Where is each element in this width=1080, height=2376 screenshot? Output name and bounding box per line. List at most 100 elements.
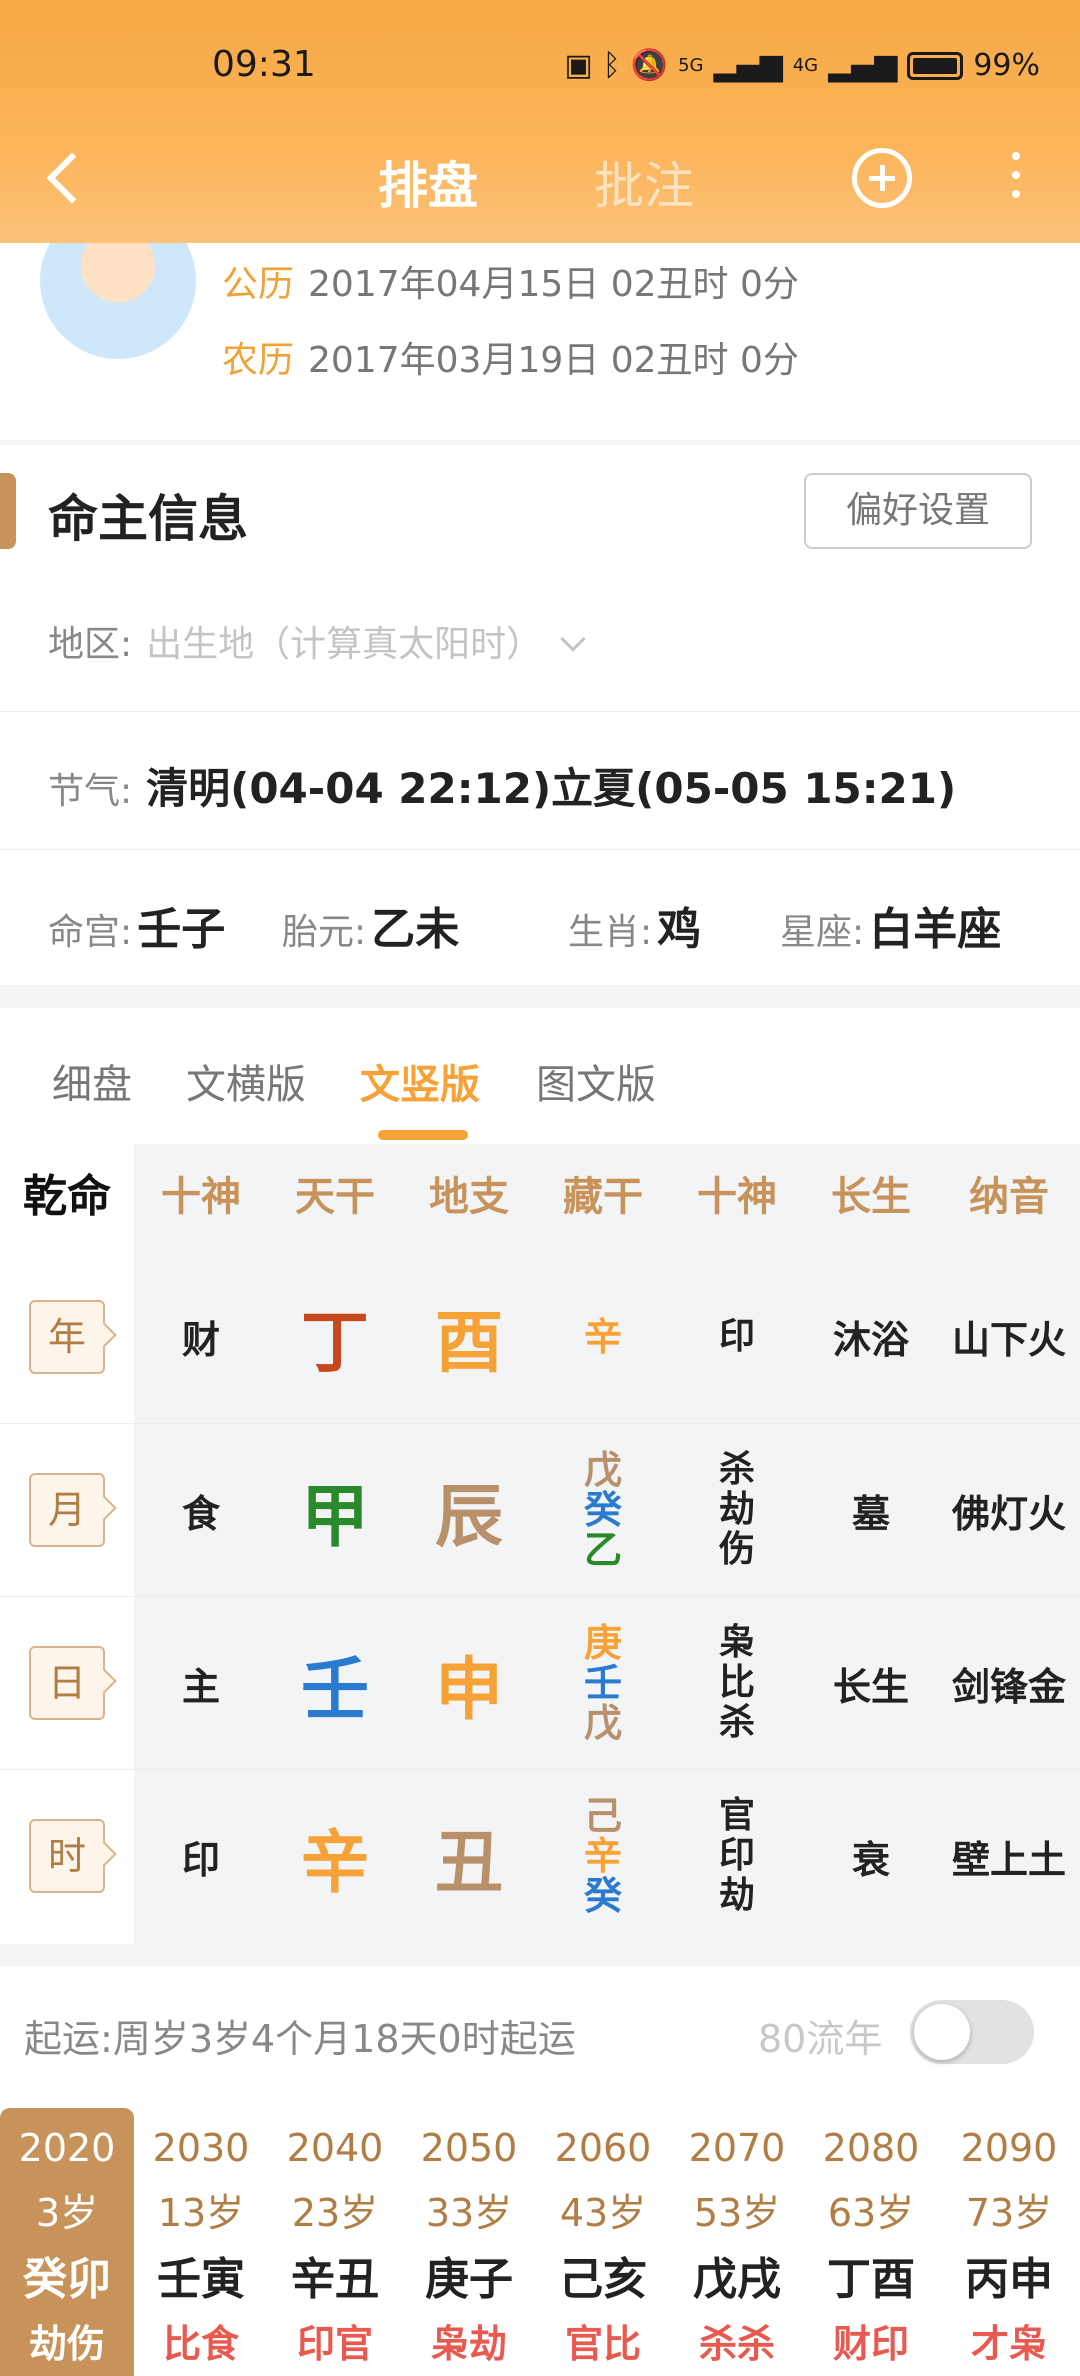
changsheng-value: 墓 <box>851 1491 890 1536</box>
owner-info-section: 命主信息 偏好设置 地区: 出生地（计算真太阳时） 节气: 清明(04-04 22:… <box>0 445 1080 985</box>
canggan-stack: 庚壬戊 <box>584 1623 622 1743</box>
luck-section: 起运:周岁3岁4个月18天0时起运 80流年 2020 3岁 癸卯 劫伤 2030 13岁… <box>0 1966 1080 2376</box>
decade-ganzhi: 壬寅 <box>157 2254 245 2305</box>
solar-date-row: 公历 2017年04月15日 02丑时 0分 <box>222 255 799 307</box>
decade-item[interactable]: 2020 3岁 癸卯 劫伤 <box>0 2108 134 2376</box>
decade-item[interactable]: 2050 33岁 庚子 枭劫 <box>402 2108 536 2376</box>
decade-shishen: 印官 <box>296 2322 373 2366</box>
date-card: 公历 2017年04月15日 02丑时 0分 农历 2017年03月19日 02丑时… <box>0 203 1080 440</box>
battery-percent: 99% <box>973 48 1040 83</box>
changsheng-value: 衰 <box>851 1837 890 1882</box>
changsheng-value: 沐浴 <box>832 1318 909 1362</box>
mute-icon: 🔕 <box>630 48 669 83</box>
nav-bar: 排盘 批注 <box>0 130 1080 230</box>
canggan-cell: 庚壬戊 <box>536 1596 670 1769</box>
canggan-char: 癸 <box>583 1488 622 1532</box>
decade-year: 2020 <box>18 2126 116 2170</box>
pillar-badge[interactable]: 时 <box>29 1819 105 1893</box>
shishen2-cell: 杀劫伤 <box>670 1423 804 1596</box>
shishen-cell: 印 <box>134 1769 268 1942</box>
tab-paipan[interactable]: 排盘 <box>378 146 478 218</box>
decade-age: 53岁 <box>693 2191 781 2235</box>
shishen2-cell: 枭比杀 <box>670 1596 804 1769</box>
shishen-cell: 财 <box>134 1250 268 1423</box>
region-placeholder: 出生地（计算真太阳时） <box>146 624 543 665</box>
pillar-badge[interactable]: 月 <box>29 1473 105 1547</box>
chart-tabs: 细盘 文横版 文竖版 图文版 <box>0 1008 1080 1144</box>
tab-wenheng[interactable]: 文横版 <box>186 1052 306 1110</box>
battery-icon <box>907 51 964 80</box>
decade-year: 2070 <box>688 2126 786 2170</box>
pillar-badge[interactable]: 年 <box>29 1299 105 1374</box>
luck-start-label: 起运: <box>24 2017 113 2061</box>
tab-tuwen[interactable]: 图文版 <box>536 1052 656 1110</box>
nayin-value: 壁上土 <box>951 1837 1066 1882</box>
header-shishen: 十神 <box>161 1174 241 1220</box>
tiangan-value: 丁 <box>300 1304 369 1383</box>
solar-value: 2017年04月15日 02丑时 0分 <box>308 264 799 305</box>
decade-ganzhi: 癸卯 <box>23 2254 111 2305</box>
changsheng-value: 长生 <box>832 1664 909 1709</box>
region-select[interactable]: 地区: 出生地（计算真太阳时） <box>48 615 586 667</box>
dizhi-value: 申 <box>434 1650 503 1730</box>
preferences-button[interactable]: 偏好设置 <box>804 473 1032 549</box>
decade-item[interactable]: 2060 43岁 己亥 官比 <box>536 2108 670 2376</box>
decade-shishen: 才枭 <box>970 2322 1047 2366</box>
nayin-cell: 佛灯火 <box>938 1423 1080 1596</box>
shishen2-stack: 枭比杀 <box>719 1623 755 1743</box>
decade-item[interactable]: 2070 53岁 戊戌 杀杀 <box>670 2108 804 2376</box>
decade-year: 2060 <box>554 2126 652 2170</box>
minggong-value: 壬子 <box>137 904 226 955</box>
decade-shishen: 枭劫 <box>430 2322 507 2366</box>
tab-xipan[interactable]: 细盘 <box>52 1052 132 1110</box>
tiangan-cell: 甲 <box>268 1423 402 1596</box>
dizhi-value: 丑 <box>434 1823 503 1903</box>
solar-term-value: 清明(04-04 22:12)立夏(05-05 15:21) <box>146 764 957 813</box>
flow-year-toggle[interactable] <box>910 2000 1034 2064</box>
tab-wenshu[interactable]: 文竖版 <box>360 1052 480 1110</box>
add-icon[interactable] <box>852 148 912 208</box>
decade-ganzhi: 丙申 <box>965 2254 1053 2305</box>
nayin-cell: 山下火 <box>938 1250 1080 1423</box>
shishen-value: 印 <box>181 1837 220 1882</box>
decade-shishen: 官比 <box>564 2322 641 2366</box>
header-dizhi: 地支 <box>429 1174 509 1220</box>
nayin-cell: 剑锋金 <box>938 1596 1080 1769</box>
shishen2-stack: 印 <box>719 1316 755 1357</box>
nfc-icon: ▣ <box>564 48 593 83</box>
shishen2-stack: 官印劫 <box>719 1796 755 1916</box>
canggan-char: 辛 <box>583 1834 622 1878</box>
back-icon[interactable] <box>44 148 84 208</box>
decade-item[interactable]: 2040 23岁 辛丑 印官 <box>268 2108 402 2376</box>
app-header: 09:31 ▣ ᛒ 🔕 5G ▂▄▆ 4G ▂▄▆ 99% 排盘 批注 <box>0 0 1080 243</box>
star-sign-item: 星座: 白羊座 <box>780 904 1002 955</box>
decade-shishen: 劫伤 <box>28 2322 105 2366</box>
changsheng-cell: 衰 <box>804 1769 938 1942</box>
section-title: 命主信息 <box>48 490 248 548</box>
pillar-cell: 年 <box>0 1250 134 1423</box>
pillar-cell: 月 <box>0 1423 134 1596</box>
dizhi-cell: 辰 <box>402 1423 536 1596</box>
shishen2-char: 枭 <box>718 1622 755 1663</box>
region-label: 地区: <box>48 624 133 665</box>
shishen2-cell: 官印劫 <box>670 1769 804 1942</box>
canggan-cell: 戊癸乙 <box>536 1423 670 1596</box>
decade-shishen: 杀杀 <box>698 2322 775 2366</box>
decade-item[interactable]: 2080 63岁 丁酉 财印 <box>804 2108 938 2376</box>
canggan-char: 戊 <box>583 1701 622 1745</box>
decade-item[interactable]: 2090 73岁 丙申 才枭 <box>938 2108 1080 2376</box>
tiangan-cell: 丁 <box>268 1250 402 1423</box>
shishen2-char: 劫 <box>718 1489 755 1530</box>
changsheng-cell: 沐浴 <box>804 1250 938 1423</box>
signal-icon: ▂▄▆ <box>713 48 783 83</box>
decade-year: 2030 <box>152 2126 250 2170</box>
dizhi-cell: 丑 <box>402 1769 536 1942</box>
header-nayin: 纳音 <box>969 1174 1049 1220</box>
flow-year-label: 80流年 <box>758 2017 883 2061</box>
canggan-char: 戊 <box>583 1448 622 1492</box>
decade-item[interactable]: 2030 13岁 壬寅 比食 <box>134 2108 268 2376</box>
nayin-value: 佛灯火 <box>951 1491 1066 1536</box>
pillar-badge[interactable]: 日 <box>29 1646 105 1720</box>
tab-pizhu[interactable]: 批注 <box>594 146 694 218</box>
more-icon[interactable] <box>1008 152 1024 206</box>
